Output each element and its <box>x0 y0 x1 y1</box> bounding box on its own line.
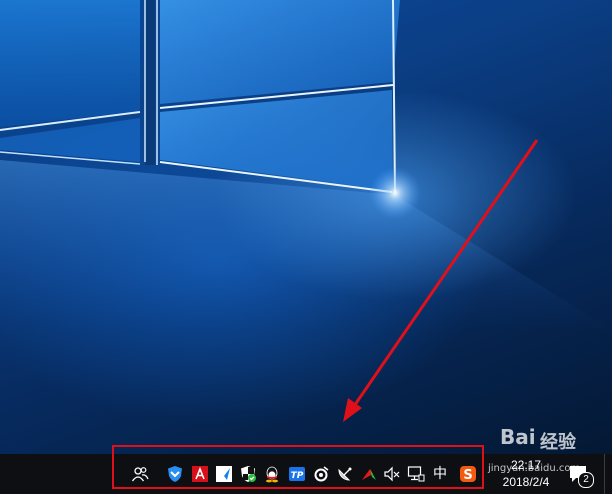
annotation-highlight-box <box>112 445 484 489</box>
watermark: Bai 经验 jingyan.baidu.com <box>478 425 608 483</box>
wallpaper <box>0 0 612 422</box>
watermark-url: jingyan.baidu.com <box>488 463 581 474</box>
watermark-logo: Bai <box>500 425 536 449</box>
watermark-text: 经验 <box>540 432 576 453</box>
desktop[interactable] <box>0 0 612 454</box>
